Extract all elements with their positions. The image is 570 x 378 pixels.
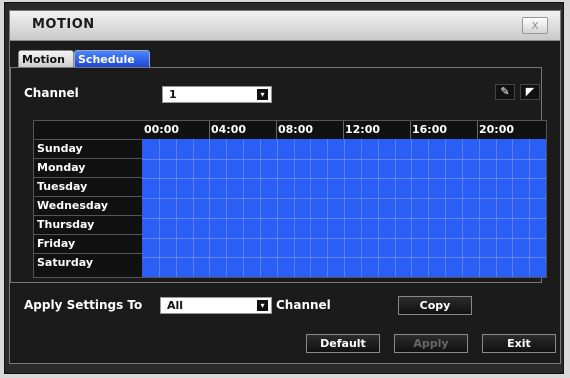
channel-label: Channel [24,86,79,100]
hour-label: 16:00 [412,123,448,136]
day-gridline [142,257,546,258]
day-label: Friday [37,237,76,250]
hour-label: 12:00 [345,123,381,136]
day-label: Wednesday [37,199,109,212]
hour-tick [276,121,277,139]
day-label: Monday [37,161,86,174]
day-gridline [142,218,546,219]
apply-settings-label: Apply Settings To [24,298,143,312]
hour-tick [477,121,478,139]
hour-header: 00:00 04:00 08:00 12:00 16:00 20:00 [142,121,546,139]
hour-tick [343,121,344,139]
window-title: MOTION [32,17,95,32]
pencil-icon[interactable]: ✎ [495,84,515,100]
day-row-monday: Monday [34,158,142,177]
schedule-grid: 00:00 04:00 08:00 12:00 16:00 20:00 Sund… [33,120,547,278]
copy-button[interactable]: Copy [398,296,472,315]
apply-settings-value: All [167,299,184,312]
day-label: Sunday [37,142,83,155]
channel-suffix-label: Channel [276,298,331,312]
day-label: Saturday [37,256,93,269]
day-label: Tuesday [37,180,88,193]
day-row-thursday: Thursday [34,215,142,234]
day-row-saturday: Saturday [34,253,142,272]
day-gridline [142,178,546,179]
exit-button[interactable]: Exit [482,334,556,353]
close-icon: X [531,21,539,32]
tab-schedule[interactable]: Schedule [74,50,150,68]
day-row-wednesday: Wednesday [34,196,142,215]
day-gridline [142,198,546,199]
hour-label: 04:00 [211,123,247,136]
schedule-cells[interactable] [142,139,546,277]
hour-tick [410,121,411,139]
hour-label: 00:00 [144,123,180,136]
close-button[interactable]: X [522,17,548,34]
day-gridline [142,238,546,239]
title-bar: MOTION X [10,11,560,41]
channel-value: 1 [169,88,177,101]
day-row-sunday: Sunday [34,139,142,158]
eraser-icon[interactable]: ◤ [520,84,540,100]
tab-motion[interactable]: Motion [18,50,74,68]
apply-button[interactable]: Apply [394,334,468,353]
chevron-down-icon[interactable]: ▾ [256,299,269,312]
day-gridline [142,159,546,160]
day-row-friday: Friday [34,234,142,253]
chevron-down-icon[interactable]: ▾ [256,88,269,101]
day-row-tuesday: Tuesday [34,177,142,196]
hour-label: 20:00 [479,123,515,136]
day-label: Thursday [37,218,95,231]
hour-tick [209,121,210,139]
hour-label: 08:00 [278,123,314,136]
default-button[interactable]: Default [306,334,380,353]
